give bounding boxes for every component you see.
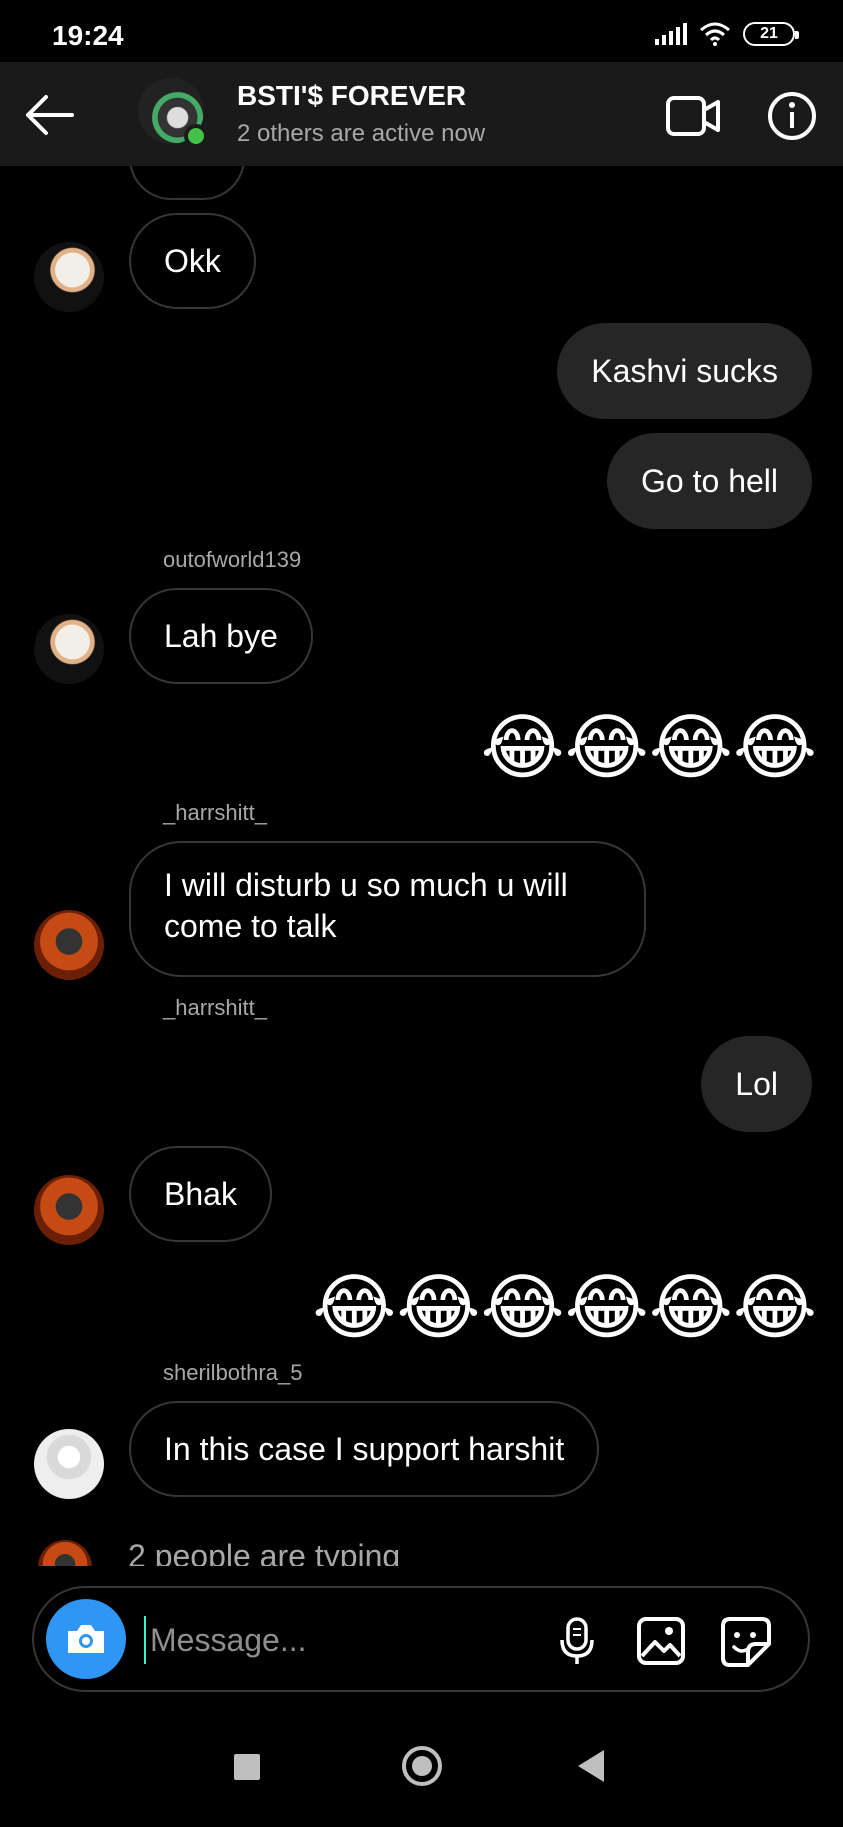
video-camera-icon[interactable] [665,92,721,140]
system-nav-bar [0,1716,843,1827]
camera-button[interactable] [46,1599,126,1679]
home-button[interactable] [402,1746,442,1786]
emoji-message[interactable]: 😂😂😂😂😂😂 [312,1268,817,1348]
status-bar: 19:24 21 [0,0,843,66]
message-bubble[interactable]: In this case I support harshit [129,1401,600,1497]
message-text: Okk [164,242,221,279]
chat-header: BSTI'$ FOREVER 2 others are active now [0,62,843,166]
message-bubble[interactable]: Go to hell [607,433,812,529]
sender-name: outofworld139 [163,547,302,572]
info-icon[interactable] [766,90,818,142]
avatar[interactable] [34,614,104,684]
recents-button[interactable] [234,1754,260,1780]
image-icon[interactable] [636,1616,686,1666]
message-text-line: come to talk [164,908,337,944]
typing-indicator: 2 people are typing [128,1538,401,1566]
sender-name: sherilbothra_5 [163,1360,303,1385]
status-time: 19:24 [52,20,124,51]
message-input[interactable] [144,1616,554,1664]
sender-name: _harrshitt_ [163,800,267,825]
sticker-icon[interactable] [720,1616,772,1668]
group-title[interactable]: BSTI'$ FOREVER [237,80,466,112]
message-bubble[interactable]: Okk [129,213,256,309]
message-bubble[interactable]: I will disturb u so much u will come to … [129,841,646,977]
typing-avatar [38,1540,92,1566]
group-avatar[interactable] [138,78,208,148]
emoji-message[interactable]: 😂😂😂😂 [480,708,817,788]
sender-name: _harrshitt_ [163,995,267,1020]
message-text: Bhak [164,1175,237,1212]
message-text-line: I will disturb u so much u will [164,867,568,903]
battery-icon: 21 [743,22,799,46]
avatar[interactable] [34,242,104,312]
avatar[interactable] [34,1429,104,1499]
active-status: 2 others are active now [237,120,486,147]
arrow-left-icon[interactable] [22,90,78,140]
microphone-icon[interactable] [552,1616,602,1666]
message-bubble[interactable]: Bhak [129,1146,272,1242]
message-text: In this case I support harshit [164,1430,565,1467]
status-icons: 21 [655,22,799,46]
message-bubble[interactable]: Kashvi sucks [557,323,812,419]
wifi-icon [700,22,730,46]
message-bubble[interactable]: Lol [701,1036,812,1132]
message-text: Lah bye [164,617,278,654]
avatar[interactable] [34,1175,104,1245]
message-bubble[interactable]: Lah bye [129,588,313,684]
avatar[interactable] [34,910,104,980]
signal-icon [655,23,687,45]
message-text: Go to hell [641,462,778,499]
message-text: Kashvi sucks [591,352,778,389]
back-button[interactable] [578,1750,604,1782]
message-text: Lol [735,1065,778,1102]
message-list[interactable]: Okk Kashvi sucks Go to hell outofworld13… [0,166,843,1566]
message-composer [32,1586,810,1692]
message-bubble-partial [129,166,245,200]
camera-icon [68,1625,104,1653]
online-indicator [184,124,208,148]
